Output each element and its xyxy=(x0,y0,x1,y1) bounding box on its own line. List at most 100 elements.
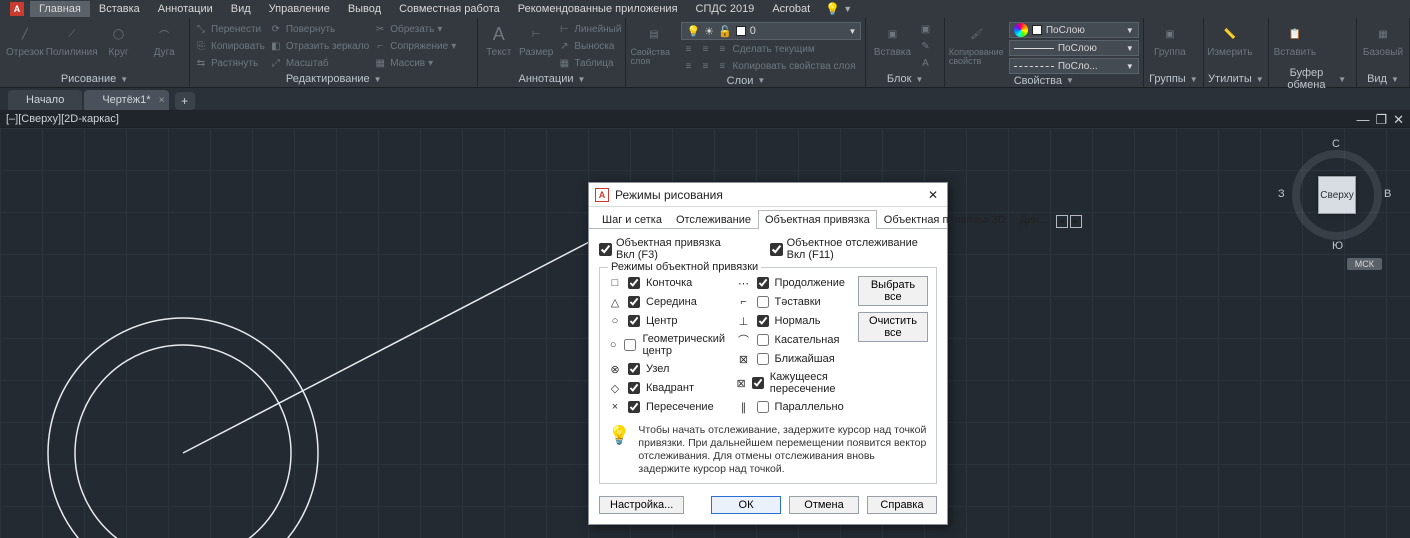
menu-chevron-icon[interactable]: ▼ xyxy=(843,4,852,14)
panel-view-title[interactable]: Вид▼ xyxy=(1361,71,1405,87)
tab-start[interactable]: Начало xyxy=(8,90,82,110)
restore-icon[interactable]: ❐ xyxy=(1375,112,1387,128)
osnap-right-5[interactable]: ⊠Кажущееся пересечение xyxy=(737,371,850,395)
block-attr-button[interactable]: A xyxy=(918,56,932,71)
panel-util-title[interactable]: Утилиты▼ xyxy=(1208,71,1264,87)
osnap-right-0[interactable]: ⋯Продолжение xyxy=(737,276,850,290)
group-button[interactable]: ▣Группа xyxy=(1148,22,1192,58)
panel-block-title[interactable]: Блок▼ xyxy=(870,71,939,87)
panel-draw-title[interactable]: Рисование▼ xyxy=(4,71,185,87)
tab-dynamic-input[interactable]: Дин... xyxy=(1013,210,1056,229)
block-create-button[interactable]: ▣ xyxy=(918,22,932,37)
menu-collab[interactable]: Совместная работа xyxy=(390,1,509,17)
osnap-left-3[interactable]: ○Геометрический центр xyxy=(608,333,729,357)
panel-annot-title[interactable]: Аннотации▼ xyxy=(482,71,621,87)
osnap-right-1[interactable]: ⌐Тǝставки xyxy=(737,295,850,309)
stretch-button[interactable]: ⇆Растянуть xyxy=(194,56,265,71)
measure-button[interactable]: 📏Измерить xyxy=(1208,22,1252,58)
bulb-icon[interactable]: 💡 xyxy=(825,2,840,16)
layer-props-button[interactable]: ▤Свойства слоя xyxy=(630,22,677,66)
osnap-left-4[interactable]: ⊗Узел xyxy=(608,362,729,376)
compass-w[interactable]: З xyxy=(1278,188,1285,200)
text-button[interactable]: AТекст xyxy=(482,22,515,58)
otrack-on-checkbox[interactable]: Объектное отслеживание Вкл (F11) xyxy=(770,237,937,261)
new-tab-button[interactable]: + xyxy=(175,92,195,110)
close-icon[interactable]: ✕ xyxy=(1393,112,1404,128)
help-button[interactable]: Справка xyxy=(867,496,937,514)
osnap-checkbox[interactable] xyxy=(757,401,769,413)
fillet-button[interactable]: ⌐Сопряжение▾ xyxy=(373,39,456,54)
menu-featured-apps[interactable]: Рекомендованные приложения xyxy=(509,1,687,17)
paste-button[interactable]: 📋Вставить xyxy=(1273,22,1317,58)
menu-annotate[interactable]: Аннотации xyxy=(149,1,222,17)
line-button[interactable]: ╱Отрезок xyxy=(4,22,46,58)
menu-output[interactable]: Вывод xyxy=(339,1,390,17)
ok-button[interactable]: ОК xyxy=(711,496,781,514)
viewcube[interactable]: Сверху С Ю З В xyxy=(1282,140,1392,250)
tab-object-snap[interactable]: Объектная привязка xyxy=(758,210,877,229)
close-icon[interactable]: × xyxy=(159,95,165,106)
osnap-right-4[interactable]: ⊠Ближайшая xyxy=(737,352,850,366)
osnap-left-5[interactable]: ◇Квадрант xyxy=(608,381,729,395)
circle-button[interactable]: ◯Круг xyxy=(98,22,140,58)
move-button[interactable]: ⤡Перенести xyxy=(194,22,265,37)
match-props-button[interactable]: 🖌Копирование свойств xyxy=(949,22,1005,66)
dimension-button[interactable]: ⊢Размер xyxy=(519,22,553,58)
layer-combo[interactable]: 💡 ☀ 🔓 0 ▼ xyxy=(681,22,861,40)
panel-clipboard-title[interactable]: Буфер обмена▼ xyxy=(1273,71,1352,87)
panel-groups-title[interactable]: Группы▼ xyxy=(1148,71,1199,87)
osnap-checkbox[interactable] xyxy=(628,277,640,289)
copy-button[interactable]: ⎘Копировать xyxy=(194,39,265,54)
ucs-badge[interactable]: МСК xyxy=(1347,258,1382,270)
compass-n[interactable]: С xyxy=(1332,138,1340,150)
table-button[interactable]: ▦Таблица xyxy=(557,56,621,71)
osnap-checkbox[interactable] xyxy=(628,296,640,308)
osnap-checkbox[interactable] xyxy=(628,315,640,327)
arc-button[interactable]: ⌒Дуга xyxy=(143,22,185,58)
osnap-right-6[interactable]: ∥Параллельно xyxy=(737,400,850,414)
osnap-left-6[interactable]: ×Пересечение xyxy=(608,400,729,414)
leader-button[interactable]: ↗Выноска xyxy=(557,39,621,54)
menu-insert[interactable]: Вставка xyxy=(90,1,149,17)
tab-drawing1[interactable]: Чертёж1*× xyxy=(84,90,168,110)
array-button[interactable]: ▦Массив▾ xyxy=(373,56,456,71)
polyline-button[interactable]: ⟋Полилиния xyxy=(50,22,94,58)
osnap-checkbox[interactable] xyxy=(757,353,769,365)
make-current-button[interactable]: ≡≡≡Сделать текущим xyxy=(681,42,861,57)
menu-manage[interactable]: Управление xyxy=(260,1,339,17)
viewcube-top-face[interactable]: Сверху xyxy=(1318,176,1356,214)
tab-polar-tracking[interactable]: Отслеживание xyxy=(669,210,758,229)
trim-button[interactable]: ✂Обрезать▾ xyxy=(373,22,456,37)
panel-props-title[interactable]: Свойства▼ xyxy=(949,74,1139,87)
block-edit-button[interactable]: ✎ xyxy=(918,39,932,54)
osnap-on-checkbox[interactable]: Объектная привязка Вкл (F3) xyxy=(599,237,740,261)
compass-e[interactable]: В xyxy=(1384,188,1391,200)
linear-dim-button[interactable]: ⊢Линейный xyxy=(557,22,621,37)
osnap-right-2[interactable]: ⊥Нормаль xyxy=(737,314,850,328)
minimize-icon[interactable]: — xyxy=(1356,112,1369,128)
dialog-close-button[interactable]: ✕ xyxy=(925,188,941,202)
insert-block-button[interactable]: ▣Вставка xyxy=(870,22,914,58)
tab-scroll-right[interactable]: ▸ xyxy=(1070,215,1082,228)
scale-button[interactable]: ⤢Масштаб xyxy=(269,56,369,71)
clear-all-button[interactable]: Очистить все xyxy=(858,312,928,342)
lineweight-combo[interactable]: ПоСлою ▼ xyxy=(1009,40,1139,56)
tab-scroll-left[interactable]: ◂ xyxy=(1056,215,1068,228)
osnap-checkbox[interactable] xyxy=(628,382,640,394)
panel-layers-title[interactable]: Слои▼ xyxy=(630,74,861,87)
mirror-button[interactable]: ◧Отразить зеркало xyxy=(269,39,369,54)
menu-spds[interactable]: СПДС 2019 xyxy=(687,1,764,17)
viewport-label[interactable]: [–][Сверху][2D-каркас] xyxy=(6,113,119,125)
osnap-checkbox[interactable] xyxy=(628,363,640,375)
osnap-checkbox[interactable] xyxy=(752,377,764,389)
rotate-button[interactable]: ⟳Повернуть xyxy=(269,22,369,37)
select-all-button[interactable]: Выбрать все xyxy=(858,276,928,306)
osnap-checkbox[interactable] xyxy=(628,401,640,413)
compass-s[interactable]: Ю xyxy=(1332,240,1343,252)
menu-acrobat[interactable]: Acrobat xyxy=(763,1,819,17)
panel-modify-title[interactable]: Редактирование▼ xyxy=(194,71,473,87)
cancel-button[interactable]: Отмена xyxy=(789,496,859,514)
osnap-checkbox[interactable] xyxy=(757,315,769,327)
copy-layer-props-button[interactable]: ≡≡≡Копировать свойства слоя xyxy=(681,59,861,74)
tab-snap-grid[interactable]: Шаг и сетка xyxy=(595,210,669,229)
